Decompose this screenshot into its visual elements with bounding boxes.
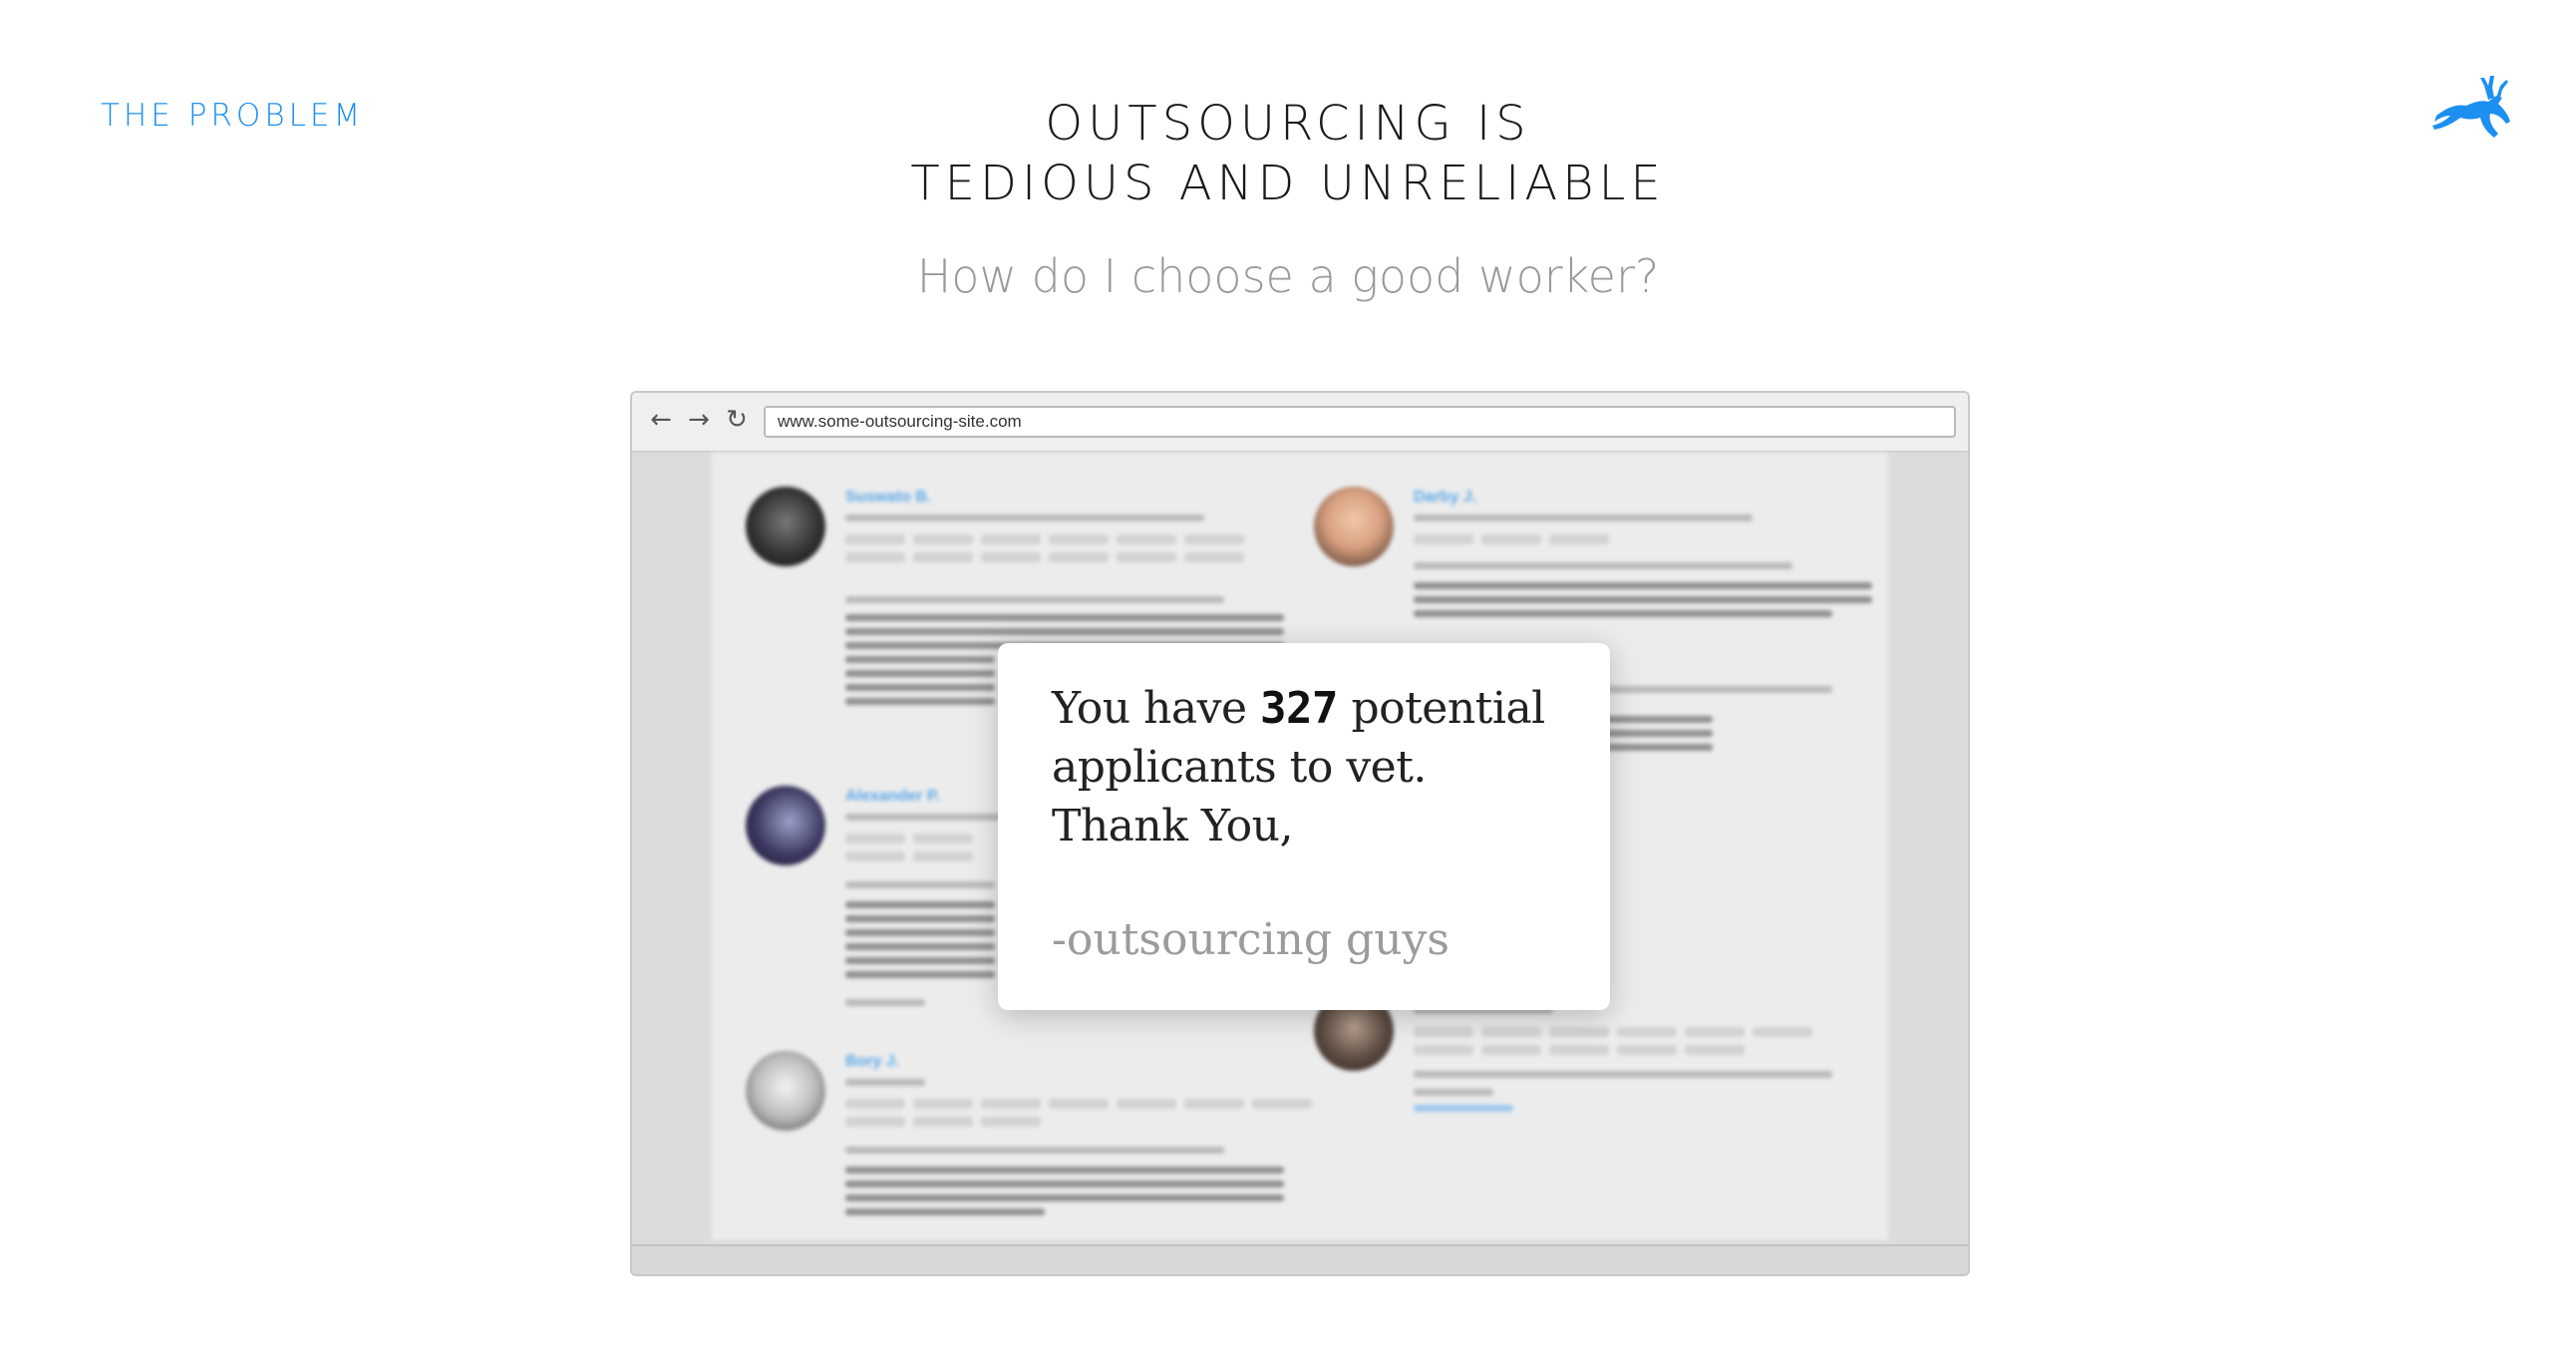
avatar [746, 1051, 825, 1131]
forward-arrow-icon[interactable]: → [684, 405, 714, 435]
back-arrow-icon[interactable]: ← [646, 405, 676, 435]
applicants-popup: You have 327 potential applicants to vet… [998, 643, 1610, 1010]
popup-line2: applicants to vet. [1052, 742, 1427, 793]
popup-message: You have 327 potential applicants to vet… [1052, 679, 1545, 855]
address-bar[interactable]: www.some-outsourcing-site.com [764, 406, 1956, 438]
title-line-1: OUTSOURCING IS [1045, 96, 1531, 152]
subtitle: How do I choose a good worker? [916, 249, 1660, 303]
avatar [1314, 487, 1394, 566]
popup-line1-before: You have [1052, 683, 1260, 734]
avatar [746, 487, 825, 566]
applicant-count: 327 [1260, 683, 1338, 734]
browser-toolbar: ← → ↻ www.some-outsourcing-site.com [632, 393, 1968, 453]
title-line-2: TEDIOUS AND UNRELIABLE [910, 156, 1666, 211]
popup-signature: -outsourcing guys [1052, 914, 1449, 965]
profile-name: Alexander P. [845, 788, 940, 805]
browser-bottom-bar [632, 1244, 1968, 1274]
profile-name: Suswato B. [845, 489, 932, 506]
popup-line3: Thank You, [1052, 801, 1293, 851]
popup-line1-after: potential [1337, 683, 1545, 734]
profile-name: Darby J. [1414, 489, 1477, 506]
profile-name: Bory J. [845, 1053, 900, 1070]
avatar [746, 786, 825, 865]
reload-icon[interactable]: ↻ [722, 405, 752, 435]
